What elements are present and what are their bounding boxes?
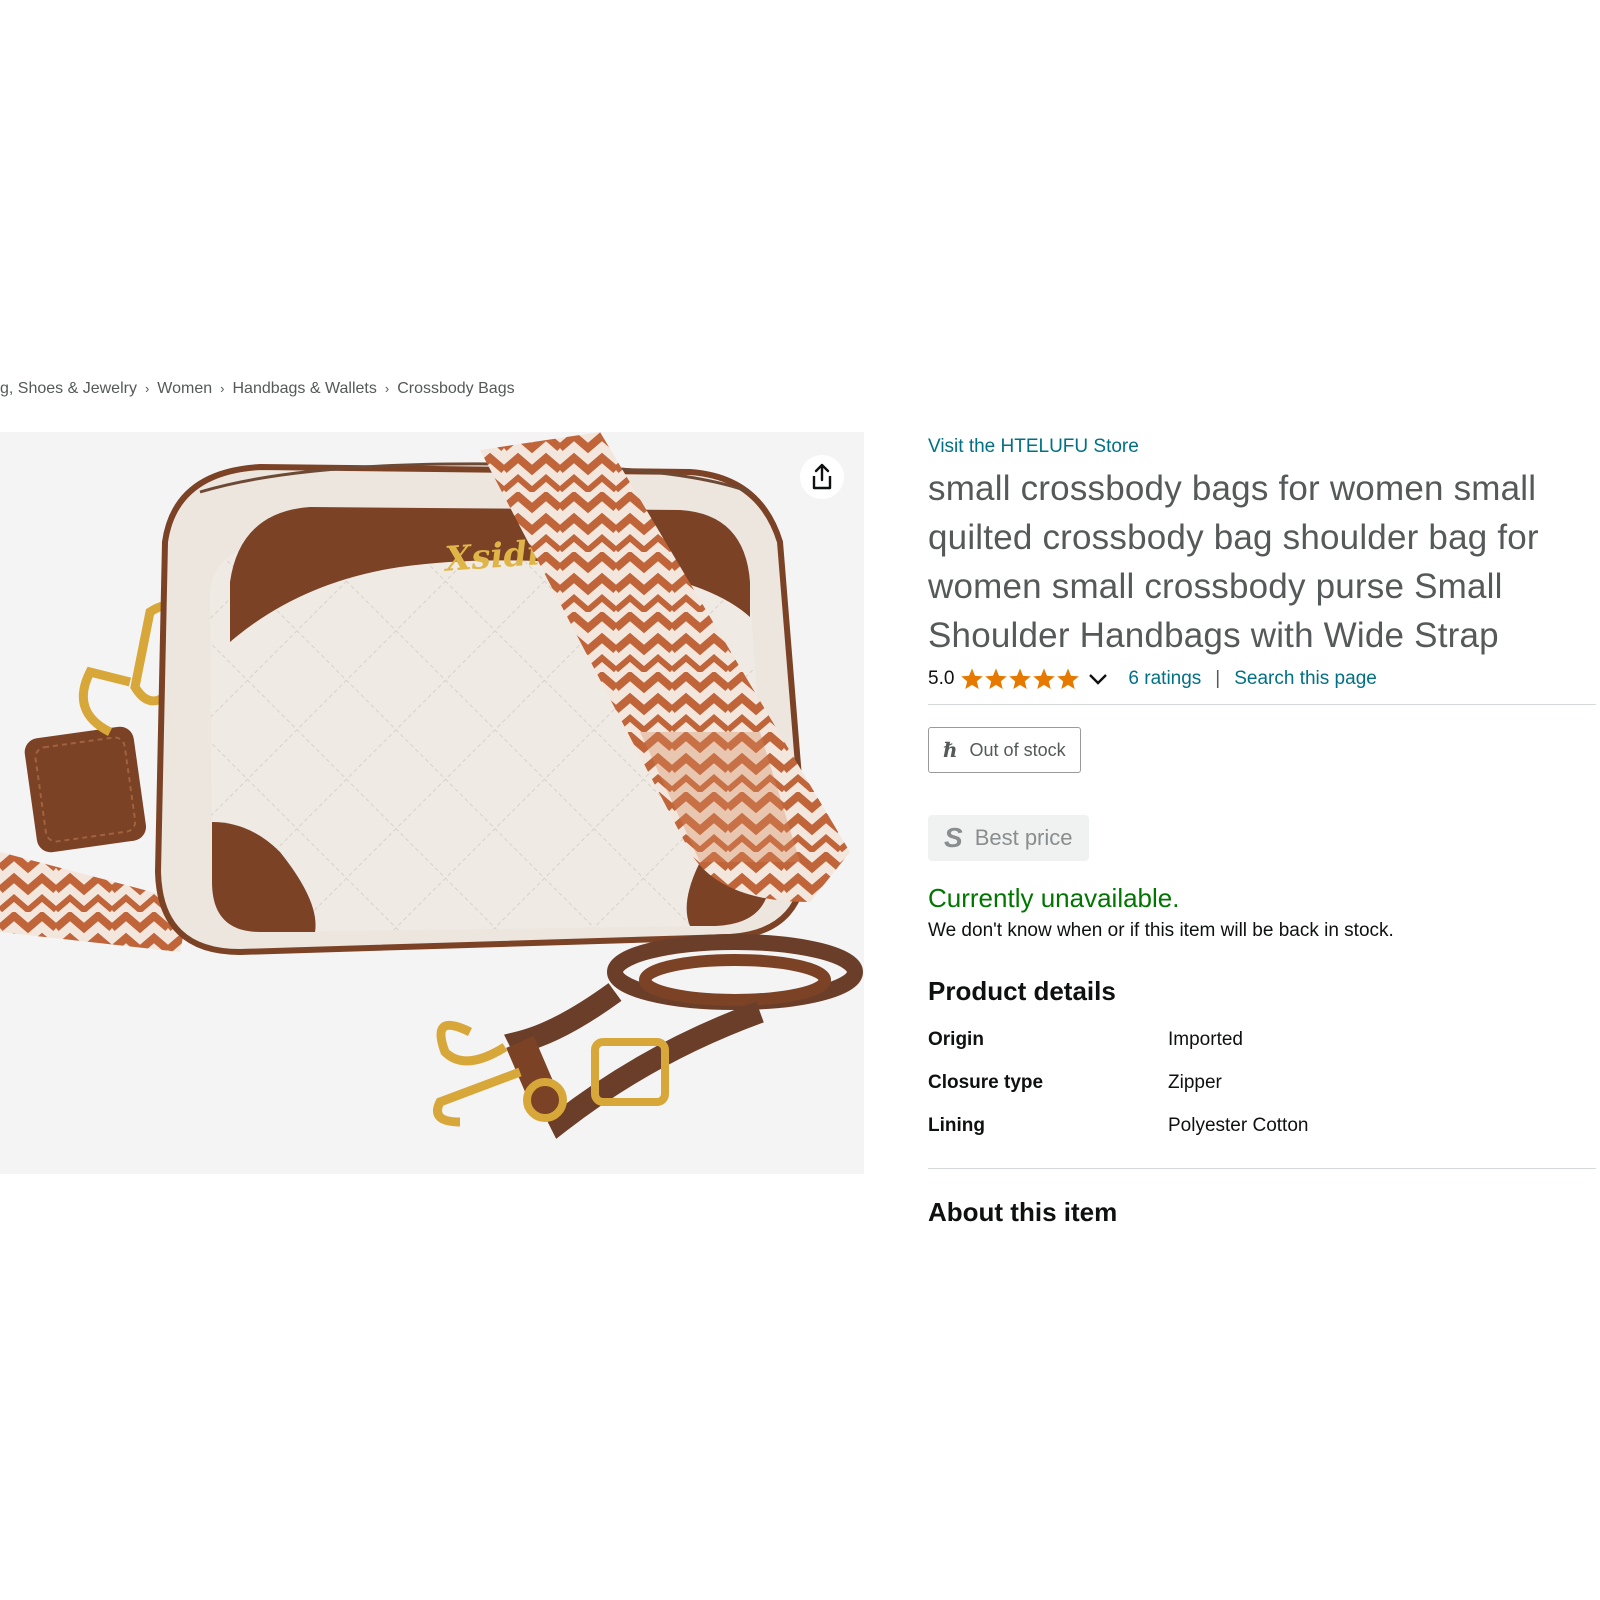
breadcrumb-separator-icon: ›: [220, 381, 225, 396]
star-icon: [985, 668, 1008, 689]
product-details-heading: Product details: [928, 976, 1116, 1006]
product-image[interactable]: Xsidiansha: [0, 432, 864, 1174]
breadcrumb-item[interactable]: Women: [157, 380, 212, 397]
ratings-count-link[interactable]: 6 ratings: [1128, 668, 1201, 690]
best-price-label: Best price: [974, 825, 1073, 850]
detail-row: Closure type Zipper: [928, 1072, 1596, 1115]
breadcrumb-item[interactable]: Crossbody Bags: [397, 380, 514, 397]
availability-note: We don't know when or if this item will …: [928, 920, 1394, 941]
out-of-stock-badge[interactable]: ℏ Out of stock: [928, 727, 1081, 773]
detail-value: Polyester Cotton: [1168, 1115, 1309, 1136]
best-price-icon: S: [944, 822, 963, 853]
bag-illustration: Xsidiansha: [0, 432, 863, 1139]
divider: [928, 1168, 1596, 1169]
share-button[interactable]: [800, 455, 844, 499]
chevron-down-icon[interactable]: [1088, 672, 1108, 686]
detail-row: Lining Polyester Cotton: [928, 1115, 1596, 1158]
detail-value: Imported: [1168, 1029, 1243, 1050]
breadcrumb: g, Shoes & Jewelry › Women › Handbags & Wall…: [0, 380, 515, 398]
out-of-stock-label: Out of stock: [969, 739, 1066, 760]
search-this-page-link[interactable]: Search this page: [1234, 668, 1377, 690]
share-icon: [812, 463, 832, 490]
star-icon: [1009, 668, 1032, 689]
star-rating[interactable]: [960, 667, 1080, 691]
star-icon: [1033, 668, 1056, 689]
rating-row: 5.0 6 ratings | Search this page: [928, 664, 1596, 694]
product-info: Visit the HTELUFU Store small crossbody …: [928, 430, 1596, 1228]
detail-label: Lining: [928, 1115, 985, 1136]
link-divider: |: [1215, 668, 1221, 689]
detail-label: Closure type: [928, 1072, 1044, 1093]
divider: [928, 704, 1596, 705]
star-icon: [961, 668, 984, 689]
detail-value: Zipper: [1168, 1072, 1222, 1093]
detail-row: Origin Imported: [928, 1029, 1596, 1072]
breadcrumb-separator-icon: ›: [384, 381, 390, 396]
price-history-icon: ℏ: [943, 738, 958, 762]
detail-label: Origin: [928, 1029, 984, 1050]
rating-value: 5.0: [928, 668, 955, 689]
breadcrumb-item[interactable]: Handbags & Wallets: [232, 380, 376, 397]
breadcrumb-separator-icon: ›: [144, 381, 150, 396]
store-link[interactable]: Visit the HTELUFU Store: [928, 436, 1596, 458]
best-price-badge[interactable]: S Best price: [928, 815, 1089, 861]
product-title: small crossbody bags for women small qui…: [928, 469, 1539, 655]
breadcrumb-item[interactable]: g, Shoes & Jewelry: [0, 380, 137, 397]
product-details-table: Origin Imported Closure type Zipper Lini…: [928, 1029, 1596, 1158]
product-page: g, Shoes & Jewelry › Women › Handbags & Wall…: [0, 0, 1600, 1600]
about-this-item-heading: About this item: [928, 1197, 1118, 1227]
availability-status: Currently unavailable.: [928, 883, 1180, 913]
star-icon: [1057, 668, 1080, 689]
